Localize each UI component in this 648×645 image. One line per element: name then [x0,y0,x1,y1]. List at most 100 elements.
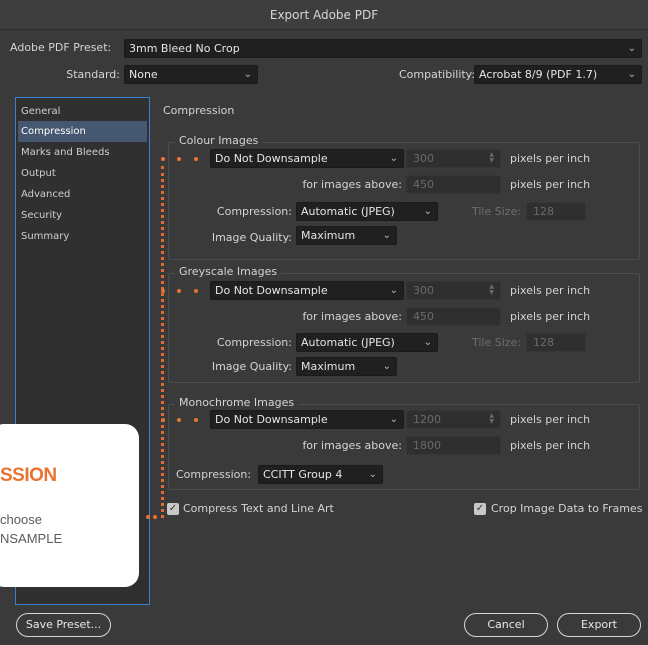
mono-ppi-unit: pixels per inch [510,413,591,426]
colour-compression-label: Compression: [216,205,292,218]
mono-downsample-value: Do Not Downsample [215,413,328,426]
grey-downsample-dropdown[interactable]: Do Not Downsample ⌄ [210,281,404,300]
grey-above-field[interactable]: 450 [406,307,501,326]
grey-quality-value: Maximum [301,360,356,373]
colour-quality-value: Maximum [301,229,356,242]
colour-tile-label: Tile Size: [472,205,522,218]
colour-quality-label: Image Quality: [211,231,292,244]
colour-quality-dropdown[interactable]: Maximum ⌄ [296,226,397,245]
callout-body: choose NSAMPLE [0,510,62,548]
annotation-dot [161,157,165,161]
sidebar-item-marks-and-bleeds[interactable]: Marks and Bleeds [18,142,147,163]
sidebar-item-general[interactable]: General [18,101,147,122]
chevron-down-icon: ⌄ [389,153,398,164]
compatibility-label: Compatibility: [399,68,476,81]
preset-dropdown[interactable]: 3mm Bleed No Crop ⌄ [124,39,642,58]
callout-title: SSION [0,465,57,486]
grey-downsample-value: Do Not Downsample [215,284,328,297]
sidebar-item-summary[interactable]: Summary [18,226,147,247]
compatibility-dropdown[interactable]: Acrobat 8/9 (PDF 1.7) ⌄ [474,65,642,84]
chevron-down-icon: ⌄ [382,230,391,241]
colour-ppi-value: 300 [413,152,434,165]
chevron-down-icon: ⌄ [382,361,391,372]
sidebar-item-output[interactable]: Output [18,163,147,184]
colour-above-value: 450 [413,178,434,191]
standard-value: None [129,68,158,81]
stepper-icon[interactable]: ▲ ▼ [489,152,494,164]
compress-text-label: Compress Text and Line Art [183,502,334,515]
chevron-down-icon: ⌄ [423,206,432,217]
mono-ppi-field[interactable]: 1200 ▲ ▼ [406,410,501,429]
colour-images-title: Colour Images [175,134,263,147]
colour-tile-field[interactable]: 128 [526,202,586,221]
chevron-down-icon: ⌄ [423,337,432,348]
stepper-icon[interactable]: ▲ ▼ [489,284,494,296]
grey-tile-field[interactable]: 128 [526,333,586,352]
crop-image-checkbox[interactable]: ✓ [474,503,486,515]
mono-compression-dropdown[interactable]: CCITT Group 4 ⌄ [258,465,383,484]
annotation-dot [153,515,157,519]
grey-compression-value: Automatic (JPEG) [301,336,395,349]
colour-tile-value: 128 [533,205,554,218]
cancel-button[interactable]: Cancel [464,613,548,637]
sidebar-item-compression[interactable]: Compression [18,121,147,142]
annotation-dot [146,515,150,519]
colour-above-unit: pixels per inch [510,178,591,191]
standard-label: Standard: [66,68,120,81]
section-title: Compression [163,104,235,117]
annotation-dot [194,418,198,422]
annotation-dot [177,418,181,422]
grey-ppi-value: 300 [413,284,434,297]
colour-ppi-field[interactable]: 300 ▲ ▼ [406,149,501,168]
colour-downsample-value: Do Not Downsample [215,152,328,165]
check-icon: ✓ [475,503,485,514]
grey-above-unit: pixels per inch [510,310,591,323]
mono-above-unit: pixels per inch [510,439,591,452]
colour-compression-dropdown[interactable]: Automatic (JPEG) ⌄ [296,202,438,221]
chevron-down-icon: ⌄ [243,69,252,80]
save-preset-button[interactable]: Save Preset... [16,613,111,637]
callout-box: SSION choose NSAMPLE [0,424,139,587]
mono-compression-value: CCITT Group 4 [263,468,343,481]
grey-ppi-unit: pixels per inch [510,284,591,297]
grey-compression-dropdown[interactable]: Automatic (JPEG) ⌄ [296,333,438,352]
mono-above-value: 1800 [413,439,441,452]
annotation-dot [177,157,181,161]
grey-tile-label: Tile Size: [472,336,522,349]
compatibility-value: Acrobat 8/9 (PDF 1.7) [479,68,598,81]
grey-quality-dropdown[interactable]: Maximum ⌄ [296,357,397,376]
colour-ppi-unit: pixels per inch [510,152,591,165]
grey-compression-label: Compression: [216,336,292,349]
grey-quality-label: Image Quality: [211,360,292,373]
export-button[interactable]: Export [557,613,641,637]
sidebar-item-advanced[interactable]: Advanced [18,184,147,205]
chevron-down-icon: ⌄ [627,69,636,80]
grey-above-label: for images above: [302,310,402,323]
callout-clip: SSION choose NSAMPLE [0,424,139,587]
callout-line-2: NSAMPLE [0,531,63,546]
mono-ppi-value: 1200 [413,413,441,426]
stepper-icon[interactable]: ▲ ▼ [489,413,494,425]
colour-above-label: for images above: [302,178,402,191]
annotation-dotted-line [161,166,165,518]
mono-above-label: for images above: [302,439,402,452]
callout-line-1: choose [0,512,42,527]
colour-above-field[interactable]: 450 [406,175,501,194]
monochrome-images-title: Monochrome Images [175,396,299,409]
annotation-dot [161,418,165,422]
annotation-dot [194,157,198,161]
preset-label: Adobe PDF Preset: [10,41,112,54]
chevron-down-icon: ⌄ [368,469,377,480]
colour-compression-value: Automatic (JPEG) [301,205,395,218]
grey-ppi-field[interactable]: 300 ▲ ▼ [406,281,501,300]
standard-dropdown[interactable]: None ⌄ [124,65,258,84]
mono-above-field[interactable]: 1800 [406,436,501,455]
check-icon: ✓ [168,503,178,514]
annotation-dot [177,289,181,293]
sidebar-item-security[interactable]: Security [18,205,147,226]
colour-downsample-dropdown[interactable]: Do Not Downsample ⌄ [210,149,404,168]
grey-tile-value: 128 [533,336,554,349]
mono-downsample-dropdown[interactable]: Do Not Downsample ⌄ [210,410,404,429]
chevron-down-icon: ⌄ [627,43,636,54]
compress-text-checkbox[interactable]: ✓ [167,503,179,515]
